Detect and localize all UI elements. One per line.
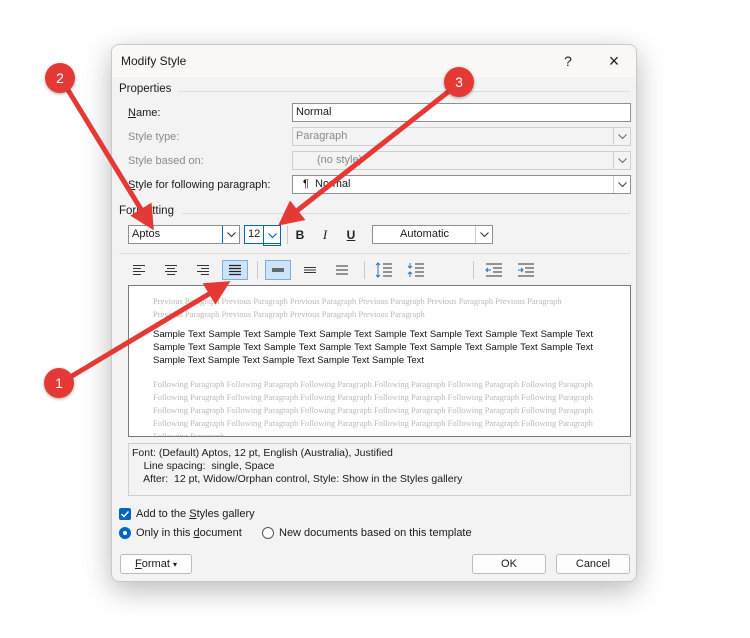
callout-badge-1: 1 xyxy=(44,368,74,398)
callout-arrow-2 xyxy=(65,88,154,231)
callout-arrows xyxy=(65,88,450,379)
callout-badge-2: 2 xyxy=(45,63,75,93)
callout-arrow-3 xyxy=(278,90,450,226)
callout-badge-3: 3 xyxy=(444,67,474,97)
callout-arrow-1 xyxy=(70,281,231,379)
